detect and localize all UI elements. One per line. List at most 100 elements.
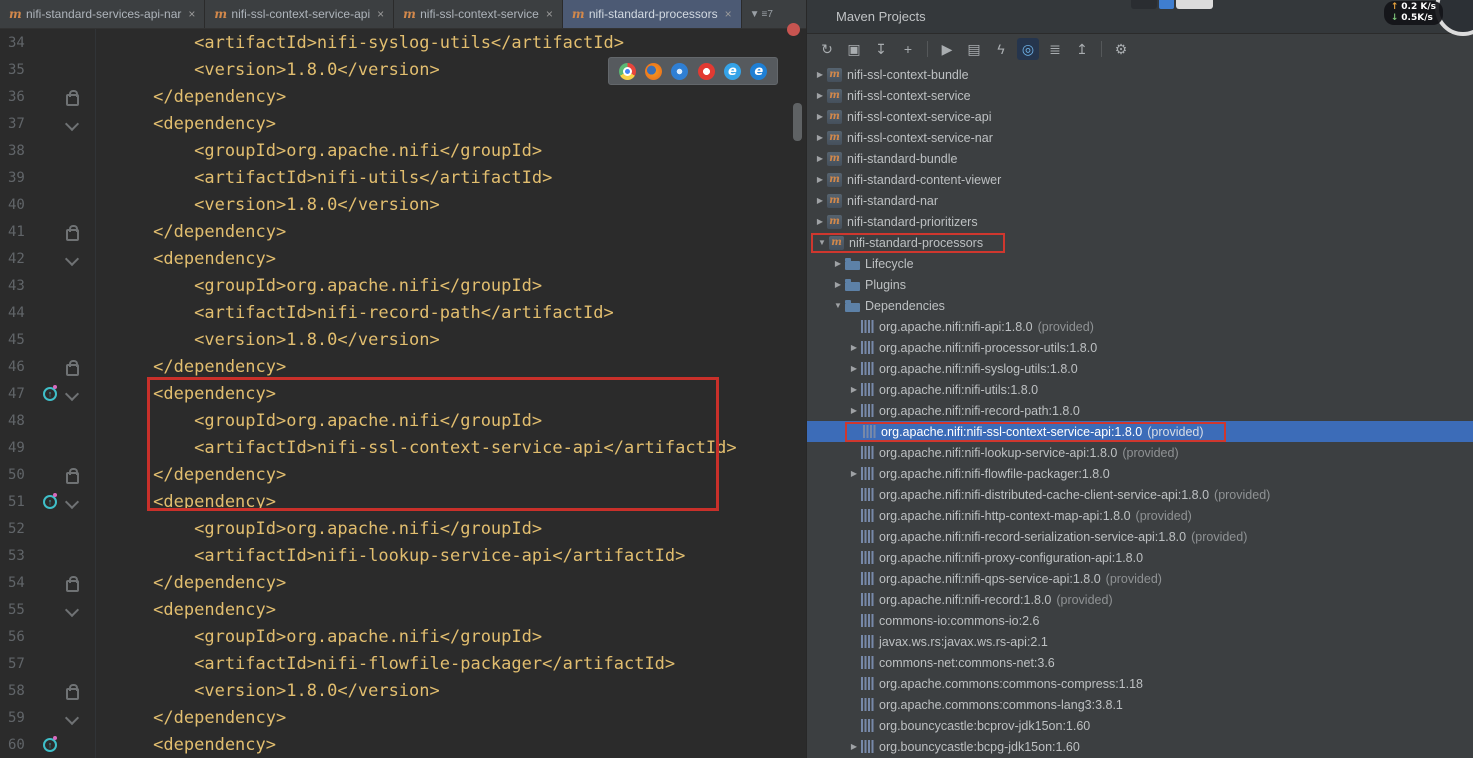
tree-expand-arrow[interactable]: ▶ [813,91,827,100]
execute-maven-goal-icon[interactable]: ▶ [936,38,958,60]
tree-expand-arrow[interactable]: ▶ [847,364,861,373]
editor-line[interactable]: 57 <artifactId>nifi-flowfile-packager</a… [0,650,806,677]
editor-line[interactable]: 42 <dependency> [0,245,806,272]
tree-row[interactable]: ▶ nifi-ssl-context-service-nar [807,127,1473,148]
editor-line[interactable]: 53 <artifactId>nifi-lookup-service-api</… [0,542,806,569]
download-sources-icon[interactable]: ↧ [870,38,892,60]
gutter-fold-start-icon[interactable] [64,602,80,618]
tree-expand-arrow[interactable]: ▶ [813,70,827,79]
editor-line[interactable]: 59 </dependency> [0,704,806,731]
ie-icon[interactable] [723,62,741,80]
editor-tab[interactable]: nifi-standard-services-api-nar × [0,0,206,28]
editor-line[interactable]: 34 <artifactId>nifi-syslog-utils</artifa… [0,29,806,56]
hidden-tabs-dropdown[interactable]: ▼ ≡7 [742,0,781,28]
toolbar-divider[interactable] [927,41,928,57]
add-maven-project-icon[interactable]: + [897,38,919,60]
editor-tab[interactable]: nifi-ssl-context-service-api × [205,0,395,28]
tree-row[interactable]: ▼ nifi-standard-processors [807,232,1473,253]
editor-line[interactable]: 60 <dependency> [0,731,806,758]
tree-row[interactable]: ▶ Lifecycle [807,253,1473,274]
editor-line[interactable]: 50 </dependency> [0,461,806,488]
editor-line[interactable]: 36 </dependency> [0,83,806,110]
collapse-all-icon[interactable]: ↥ [1071,38,1093,60]
tree-row[interactable]: org.apache.commons:commons-lang3:3.8.1 [807,694,1473,715]
tree-row[interactable]: ▶ nifi-standard-content-viewer [807,169,1473,190]
update-folders-icon[interactable]: ▣ [843,38,865,60]
gutter-fold-end-icon[interactable] [66,90,79,106]
gutter-fold-start-icon[interactable] [64,494,80,510]
editor-line[interactable]: 44 <artifactId>nifi-record-path</artifac… [0,299,806,326]
firefox-icon[interactable] [644,62,662,80]
gutter-fold-end-icon[interactable] [66,225,79,241]
tree-row[interactable]: ▶ org.apache.nifi:nifi-syslog-utils:1.8.… [807,358,1473,379]
tree-row[interactable]: org.apache.nifi:nifi-distributed-cache-c… [807,484,1473,505]
toolbar-divider[interactable] [1101,41,1102,57]
gutter-fold-start-icon[interactable] [64,710,80,726]
skip-tests-icon[interactable]: ◎ [1017,38,1039,60]
editor-line[interactable]: 38 <groupId>org.apache.nifi</groupId> [0,137,806,164]
editor-line[interactable]: 43 <groupId>org.apache.nifi</groupId> [0,272,806,299]
editor-line[interactable]: 48 <groupId>org.apache.nifi</groupId> [0,407,806,434]
tree-expand-arrow[interactable]: ▶ [813,217,827,226]
gutter-fold-end-icon[interactable] [66,468,79,484]
tree-row[interactable]: org.apache.nifi:nifi-http-context-map-ap… [807,505,1473,526]
tree-row[interactable]: ▼ Dependencies [807,295,1473,316]
tree-row[interactable]: org.bouncycastle:bcprov-jdk15on:1.60 [807,715,1473,736]
editor-line[interactable]: 52 <groupId>org.apache.nifi</groupId> [0,515,806,542]
toggle-offline-icon[interactable]: ϟ [990,38,1012,60]
gutter-navigate-up-icon[interactable] [43,492,57,509]
tree-row[interactable]: org.apache.nifi:nifi-api:1.8.0 (provided… [807,316,1473,337]
editor-line[interactable]: 45 <version>1.8.0</version> [0,326,806,353]
tab-close-icon[interactable]: × [188,7,195,21]
tree-row[interactable]: ▶ nifi-standard-prioritizers [807,211,1473,232]
tree-expand-arrow[interactable]: ▼ [831,301,845,310]
tree-expand-arrow[interactable]: ▶ [831,280,845,289]
tree-expand-arrow[interactable]: ▶ [831,259,845,268]
tree-row[interactable]: org.apache.nifi:nifi-record:1.8.0 (provi… [807,589,1473,610]
gutter-navigate-up-icon[interactable] [43,735,57,752]
gutter-fold-start-icon[interactable] [64,116,80,132]
tree-row[interactable]: ▶ org.bouncycastle:bcpg-jdk15on:1.60 [807,736,1473,757]
tree-row[interactable]: commons-io:commons-io:2.6 [807,610,1473,631]
opera-icon[interactable] [697,62,715,80]
editor-line[interactable]: 56 <groupId>org.apache.nifi</groupId> [0,623,806,650]
reimport-all-maven-projects-icon[interactable]: ↻ [816,38,838,60]
tree-row[interactable]: ▶ nifi-standard-nar [807,190,1473,211]
editor-line[interactable]: 54 </dependency> [0,569,806,596]
tree-row[interactable]: ▶ nifi-standard-bundle [807,148,1473,169]
tree-expand-arrow[interactable]: ▶ [813,154,827,163]
editor-line[interactable]: 37 <dependency> [0,110,806,137]
gutter-navigate-up-icon[interactable] [43,384,57,401]
code-editor[interactable]: 34 <artifactId>nifi-syslog-utils</artifa… [0,23,806,758]
editor-line[interactable]: 49 <artifactId>nifi-ssl-context-service-… [0,434,806,461]
tree-row[interactable]: org.apache.commons:commons-compress:1.18 [807,673,1473,694]
tree-expand-arrow[interactable]: ▶ [847,469,861,478]
chrome-icon[interactable] [618,62,636,80]
tree-row[interactable]: org.apache.nifi:nifi-qps-service-api:1.8… [807,568,1473,589]
tree-row[interactable]: javax.ws.rs:javax.ws.rs-api:2.1 [807,631,1473,652]
tab-close-icon[interactable]: × [546,7,553,21]
editor-line[interactable]: 41 </dependency> [0,218,806,245]
editor-line[interactable]: 46 </dependency> [0,353,806,380]
tree-expand-arrow[interactable]: ▶ [813,133,827,142]
profiles-icon[interactable]: ▤ [963,38,985,60]
edge-icon[interactable] [750,62,768,80]
tree-expand-arrow[interactable]: ▼ [815,238,829,247]
gutter-fold-end-icon[interactable] [66,576,79,592]
tree-expand-arrow[interactable]: ▶ [813,112,827,121]
tree-row[interactable]: org.apache.nifi:nifi-proxy-configuration… [807,547,1473,568]
tree-expand-arrow[interactable]: ▶ [847,406,861,415]
tree-row[interactable]: ▶ nifi-ssl-context-service-api [807,106,1473,127]
gutter-fold-end-icon[interactable] [66,684,79,700]
tree-row[interactable]: ▶ org.apache.nifi:nifi-processor-utils:1… [807,337,1473,358]
tree-row[interactable]: org.apache.nifi:nifi-ssl-context-service… [807,421,1473,442]
tree-row[interactable]: ▶ nifi-ssl-context-bundle [807,64,1473,85]
editor-line[interactable]: 47 <dependency> [0,380,806,407]
editor-line[interactable]: 55 <dependency> [0,596,806,623]
tree-expand-arrow[interactable]: ▶ [813,196,827,205]
editor-line[interactable]: 58 <version>1.8.0</version> [0,677,806,704]
tree-expand-arrow[interactable]: ▶ [847,385,861,394]
tree-row[interactable]: ▶ org.apache.nifi:nifi-record-path:1.8.0 [807,400,1473,421]
tree-row[interactable]: ▶ Plugins [807,274,1473,295]
editor-tab[interactable]: nifi-standard-processors × [562,0,742,28]
